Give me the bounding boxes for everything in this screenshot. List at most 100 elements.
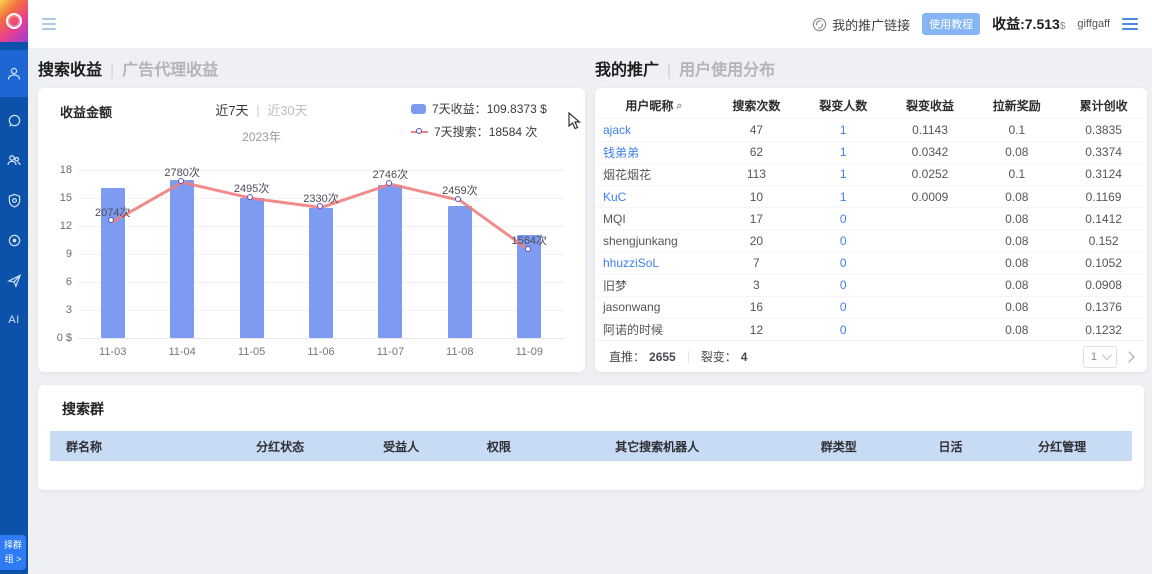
revenue-section-tabs: 搜索收益 | 广告代理收益 — [38, 56, 218, 80]
promo-table-header: 用户昵称⌕搜索次数裂变人数裂变收益拉新奖励累计创收 — [595, 92, 1147, 118]
legend-revenue[interactable]: 7天收益：109.8373 $ — [411, 100, 569, 117]
fission-count[interactable]: 1 — [800, 123, 887, 137]
promo-table-body: ajack4710.11430.10.3835钱弟弟6210.03420.080… — [595, 118, 1147, 340]
user-nickname: 旧梦 — [595, 277, 713, 294]
app-logo[interactable] — [0, 0, 28, 42]
my-promo-link[interactable]: 我的推广链接 — [812, 15, 910, 34]
group-table-header: 群名称分红状态受益人权限其它搜索机器人群类型日活分红管理 — [50, 431, 1132, 461]
select-group-floating-button[interactable]: 择群 组 > — [0, 535, 26, 570]
period-30d[interactable]: 近30天 — [267, 103, 307, 118]
table-row: 烟花烟花11310.02520.10.3124 — [595, 163, 1147, 185]
y-axis-tick: 0 $ — [42, 332, 72, 344]
referral-reward: 0.08 — [973, 323, 1060, 337]
total-revenue: 0.3124 — [1060, 167, 1147, 181]
period-7d[interactable]: 近7天 — [215, 103, 248, 118]
tab-ad-agency-revenue[interactable]: 广告代理收益 — [122, 56, 218, 80]
chart-legend: 7天收益：109.8373 $ 7天搜索：18584 次 — [411, 100, 569, 146]
direct-referrals: 直推：2655 — [609, 348, 676, 365]
my-promo-link-label: 我的推广链接 — [832, 15, 910, 34]
referral-reward: 0.08 — [973, 234, 1060, 248]
next-page-button[interactable] — [1123, 351, 1134, 362]
badge-line1: 择群 — [2, 539, 24, 553]
record-icon — [7, 233, 22, 248]
sidebar-item-team[interactable] — [0, 140, 28, 180]
fission-count[interactable]: 1 — [800, 145, 887, 159]
logo-ring-icon — [6, 13, 22, 29]
tutorial-badge[interactable]: 使用教程 — [922, 13, 980, 35]
menu-icon[interactable] — [1122, 18, 1138, 30]
fission-count[interactable]: 0 — [800, 300, 887, 314]
referral-reward: 0.08 — [973, 256, 1060, 270]
total-revenue: 0.152 — [1060, 234, 1147, 248]
tab-separator: | — [667, 62, 671, 80]
tab-usage-distribution[interactable]: 用户使用分布 — [679, 56, 775, 80]
revenue-display: 收益:7.513$ — [992, 14, 1065, 34]
search-count: 62 — [713, 145, 800, 159]
total-revenue: 0.1376 — [1060, 300, 1147, 314]
promo-table-footer: 直推：2655 裂变：4 1 — [595, 340, 1147, 372]
username: giffgaff — [1077, 18, 1110, 30]
search-count: 7 — [713, 256, 800, 270]
group-column-header: 群类型 — [769, 438, 909, 455]
group-column-header: 群名称 — [50, 438, 210, 455]
column-header: 裂变收益 — [887, 97, 974, 114]
table-row: 阿诺的时候1200.080.1232 — [595, 318, 1147, 340]
fission-count[interactable]: 0 — [800, 234, 887, 248]
pagination: 1 — [1083, 346, 1133, 368]
chat-icon — [7, 113, 22, 128]
x-axis-tick: 11-04 — [168, 346, 195, 358]
sidebar-item-security[interactable] — [0, 180, 28, 220]
chart-title: 收益金额 — [60, 100, 112, 146]
table-row: KuC1010.00090.080.1169 — [595, 185, 1147, 207]
year-label: 2023年 — [112, 128, 411, 145]
sidebar-item-chat[interactable] — [0, 100, 28, 140]
chevron-down-icon — [1102, 350, 1112, 360]
fission-count: 裂变：4 — [701, 348, 748, 365]
sidebar-item-user[interactable] — [0, 50, 28, 97]
table-row: 旧梦300.080.0908 — [595, 274, 1147, 296]
fission-count[interactable]: 0 — [800, 278, 887, 292]
y-axis-tick: 6 — [42, 276, 72, 288]
user-nickname[interactable]: hhuzziSoL — [595, 256, 713, 270]
x-axis-tick: 11-03 — [99, 346, 126, 358]
user-nickname[interactable]: 钱弟弟 — [595, 144, 713, 161]
collapse-menu-icon[interactable] — [42, 18, 56, 31]
sidebar-item-ai[interactable]: AI — [0, 300, 28, 340]
search-group-title: 搜索群 — [38, 385, 1144, 419]
line-point-label: 2074次 — [95, 204, 130, 220]
legend-search[interactable]: 7天搜索：18584 次 — [411, 123, 569, 140]
column-header: 用户昵称⌕ — [595, 97, 713, 114]
sidebar-item-record[interactable] — [0, 220, 28, 260]
total-revenue: 0.1412 — [1060, 212, 1147, 226]
fission-count[interactable]: 1 — [800, 190, 887, 204]
sidebar-item-send[interactable] — [0, 260, 28, 300]
x-axis-tick: 11-06 — [307, 346, 334, 358]
fission-revenue: 0.0342 — [887, 145, 974, 159]
tab-separator: | — [110, 62, 114, 80]
tab-search-revenue[interactable]: 搜索收益 — [38, 56, 102, 80]
column-header: 裂变人数 — [800, 97, 887, 114]
revenue-chart-plot: 0 $3691215182074次2780次2495次2330次2746次245… — [78, 170, 564, 338]
table-row: 钱弟弟6210.03420.080.3374 — [595, 141, 1147, 163]
user-nickname[interactable]: KuC — [595, 190, 713, 204]
table-row: MQI1700.080.1412 — [595, 207, 1147, 229]
gridline — [78, 338, 564, 339]
line-point-label: 2495次 — [234, 180, 269, 196]
promo-section-tabs: 我的推广 | 用户使用分布 — [595, 56, 775, 80]
fission-count[interactable]: 1 — [800, 167, 887, 181]
search-icon[interactable]: ⌕ — [676, 100, 682, 113]
tab-my-promo[interactable]: 我的推广 — [595, 56, 659, 80]
topbar: 我的推广链接 使用教程 收益:7.513$ giffgaff — [28, 0, 1152, 48]
page-select[interactable]: 1 — [1083, 346, 1117, 368]
sidebar: AI — [0, 0, 28, 574]
line-point-label: 1564次 — [512, 232, 547, 248]
promo-table-card: 用户昵称⌕搜索次数裂变人数裂变收益拉新奖励累计创收 ajack4710.1143… — [595, 88, 1147, 372]
main-content: 搜索收益 | 广告代理收益 我的推广 | 用户使用分布 收益金额 近7天 | 近… — [28, 48, 1152, 574]
fission-count[interactable]: 0 — [800, 212, 887, 226]
page-number: 1 — [1091, 351, 1097, 363]
fission-count[interactable]: 0 — [800, 323, 887, 337]
user-nickname[interactable]: ajack — [595, 123, 713, 137]
line-point-label: 2746次 — [373, 166, 408, 182]
referral-reward: 0.08 — [973, 190, 1060, 204]
fission-count[interactable]: 0 — [800, 256, 887, 270]
